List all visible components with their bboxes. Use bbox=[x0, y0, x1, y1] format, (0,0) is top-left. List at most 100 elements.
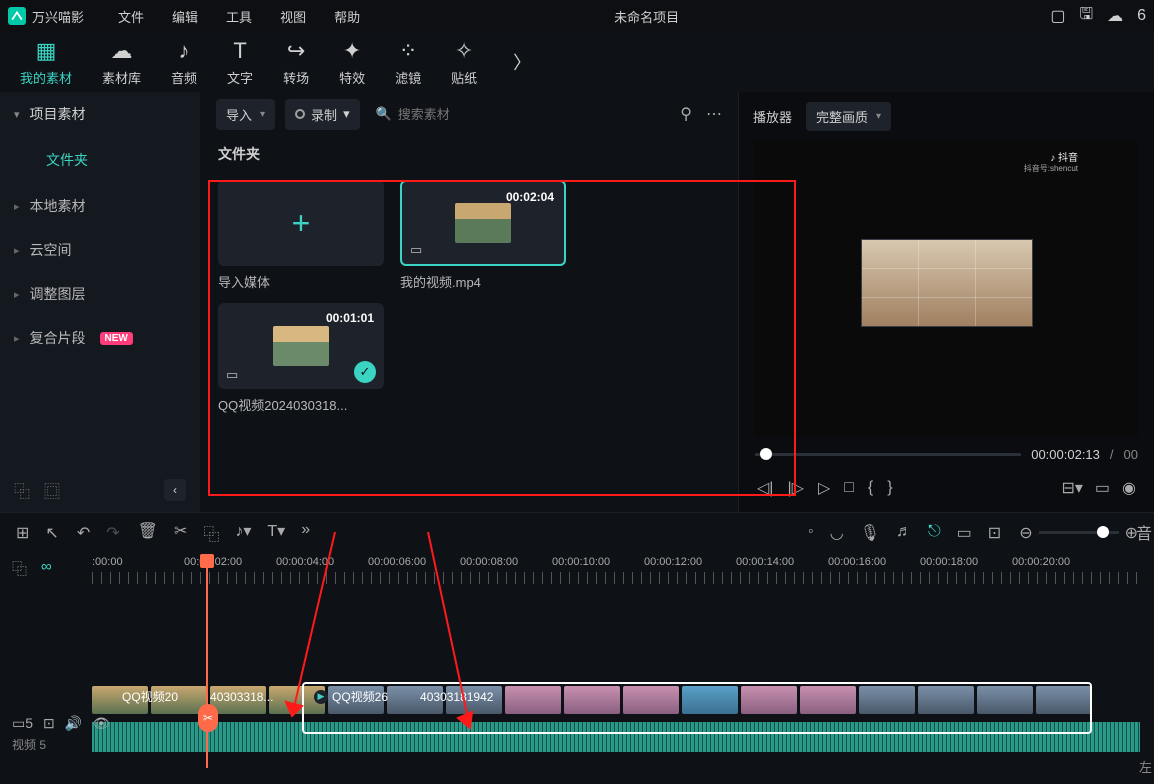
undo-icon[interactable]: ↶ bbox=[77, 523, 90, 543]
more-icon[interactable]: ⋯ bbox=[706, 104, 722, 124]
record-icon bbox=[295, 109, 305, 119]
render-icon[interactable]: ▭ bbox=[957, 523, 972, 543]
sidebar-item-compound[interactable]: ▸复合片段NEW bbox=[0, 316, 200, 360]
chevron-down-icon: ▾ bbox=[14, 108, 20, 121]
speed-icon[interactable]: ♪▾ bbox=[235, 521, 251, 545]
media-clip[interactable]: 00:01:01 ▭ ✓ bbox=[218, 303, 384, 389]
settings-icon[interactable]: ⊟▾ bbox=[1061, 478, 1082, 498]
sidebar-item-adjust[interactable]: ▸调整图层 bbox=[0, 272, 200, 316]
snapshot-icon[interactable]: ◉ bbox=[1122, 478, 1136, 498]
new-badge: NEW bbox=[100, 332, 133, 345]
zoom-knob[interactable] bbox=[1097, 526, 1109, 538]
collapse-sidebar-icon[interactable]: ‹ bbox=[164, 479, 186, 501]
sidebar: ▾项目素材 文件夹 ▸本地素材 ▸云空间 ▸调整图层 ▸复合片段NEW ⿻ ⿴ … bbox=[0, 92, 200, 512]
cut-handle[interactable]: ✂ bbox=[198, 704, 218, 732]
menu-view[interactable]: 视图 bbox=[280, 7, 306, 26]
import-dropdown[interactable]: 导入▾ bbox=[216, 99, 275, 130]
sidebar-item-cloud[interactable]: ▸云空间 bbox=[0, 228, 200, 272]
media-grid-row2: 00:01:01 ▭ ✓ QQ视频2024030318... bbox=[208, 303, 730, 426]
tab-filter[interactable]: ⁘滤镜 bbox=[395, 38, 421, 87]
save-icon[interactable]: 🖫 bbox=[1079, 3, 1093, 30]
preview-canvas[interactable]: ♪ 抖音 抖音号:shencut bbox=[755, 141, 1138, 437]
quality-select[interactable]: 完整画质▾ bbox=[806, 102, 891, 131]
crop-icon[interactable]: ⿻ bbox=[203, 521, 219, 545]
export-icon[interactable]: ⊡ bbox=[988, 523, 1001, 543]
tab-my-media[interactable]: ▦我的素材 bbox=[20, 38, 72, 87]
menu-file[interactable]: 文件 bbox=[118, 7, 144, 26]
time-ruler[interactable]: :00:00 00:00:02:00 00:00:04:00 00:00:06:… bbox=[92, 556, 1140, 592]
grid-icon[interactable]: ⊞ bbox=[16, 523, 29, 543]
filter-icon[interactable]: ⚲ bbox=[680, 104, 692, 124]
menu-tools[interactable]: 工具 bbox=[226, 7, 252, 26]
import-media-button[interactable]: + bbox=[218, 180, 384, 266]
tab-text[interactable]: T文字 bbox=[227, 38, 253, 87]
redo-icon[interactable]: ↷ bbox=[106, 523, 119, 543]
cloud-icon[interactable]: ☁ bbox=[1107, 6, 1123, 26]
track-eye-icon[interactable]: 👁 bbox=[92, 715, 110, 732]
tracks-area[interactable]: QQ视频2040303318... ▶QQ视频2640303181942 ✂ bbox=[92, 596, 1140, 782]
next-frame-icon[interactable]: |▷ bbox=[787, 478, 803, 498]
select-icon[interactable]: ↖ bbox=[45, 523, 58, 543]
media-panel: 导入▾ 录制▾ 🔍 ⚲ ⋯ 文件夹 + 导入媒体 00:02:04 ▭ bbox=[200, 92, 738, 512]
slider-knob[interactable] bbox=[760, 448, 772, 460]
track-lock-icon[interactable]: ⊡ bbox=[43, 715, 55, 732]
layout-icon[interactable]: ▢ bbox=[1050, 6, 1065, 26]
cut-icon[interactable]: ✂ bbox=[174, 521, 187, 545]
marker-icon[interactable]: ◡ bbox=[830, 523, 844, 543]
effects-icon: ✦ bbox=[343, 38, 361, 64]
prev-frame-icon[interactable]: ◁| bbox=[757, 478, 773, 498]
thumbnail-image bbox=[273, 326, 329, 366]
time-slider[interactable] bbox=[755, 453, 1021, 456]
sidebar-item-local[interactable]: ▸本地素材 bbox=[0, 184, 200, 228]
tab-label: 素材库 bbox=[102, 68, 141, 87]
menu-edit[interactable]: 编辑 bbox=[172, 7, 198, 26]
mark-in-icon[interactable]: { bbox=[868, 479, 873, 497]
time-slider-row: 00:00:02:13 / 00 bbox=[745, 441, 1148, 468]
chevron-down-icon: ▾ bbox=[260, 109, 265, 120]
sidebar-header[interactable]: ▾项目素材 bbox=[0, 92, 200, 136]
audio-icon[interactable]: ♬ bbox=[896, 523, 912, 543]
new-folder-icon[interactable]: ⿻ bbox=[14, 478, 30, 502]
stop-icon[interactable]: □ bbox=[844, 479, 854, 497]
transition-icon: ↪ bbox=[287, 38, 305, 64]
keyframe-icon[interactable]: ◦ bbox=[808, 523, 814, 543]
media-toolbar-right: ⚲ ⋯ bbox=[680, 104, 722, 124]
mic-icon[interactable]: 🎙 bbox=[860, 523, 880, 543]
delete-icon[interactable]: 🗑 bbox=[138, 521, 158, 545]
import-label: 导入媒体 bbox=[218, 266, 384, 291]
more-tools-icon[interactable]: » bbox=[301, 521, 310, 545]
player-tab[interactable]: 播放器 bbox=[753, 107, 792, 126]
link-icon[interactable]: ∞ bbox=[41, 558, 52, 579]
play-icon[interactable]: ▷ bbox=[818, 478, 830, 498]
more-icon[interactable]: 6 bbox=[1137, 7, 1146, 25]
playhead[interactable] bbox=[200, 554, 214, 568]
track-icon[interactable]: ▭5 bbox=[12, 715, 33, 732]
ruler-tick: 00:00:10:00 bbox=[552, 556, 610, 568]
menu-help[interactable]: 帮助 bbox=[334, 7, 360, 26]
search-input[interactable] bbox=[398, 107, 518, 122]
zoom-slider[interactable] bbox=[1039, 531, 1119, 534]
lock-icon[interactable]: ⿻ bbox=[12, 558, 27, 579]
title-bar: 万兴喵影 文件 编辑 工具 视图 帮助 未命名项目 ▢ 🖫 ☁ 6 bbox=[0, 0, 1154, 32]
record-dropdown[interactable]: 录制▾ bbox=[285, 99, 360, 130]
sidebar-folder[interactable]: 文件夹 bbox=[0, 136, 200, 184]
mark-out-icon[interactable]: } bbox=[887, 479, 892, 497]
tab-library[interactable]: ☁素材库 bbox=[102, 38, 141, 87]
clip-name: 我的视频.mp4 bbox=[400, 266, 566, 291]
tab-transition[interactable]: ↪转场 bbox=[283, 38, 309, 87]
tabs-more-icon[interactable]: 〉 bbox=[513, 49, 531, 75]
tab-effects[interactable]: ✦特效 bbox=[339, 38, 365, 87]
zoom-out-icon[interactable]: ⊖ bbox=[1019, 523, 1032, 543]
tab-label: 我的素材 bbox=[20, 68, 72, 87]
tab-sticker[interactable]: ✧贴纸 bbox=[451, 38, 477, 87]
track-controls: ▭5 ⊡ 🔊 👁 bbox=[0, 585, 92, 732]
track-mute-icon[interactable]: 🔊 bbox=[65, 715, 82, 732]
compare-icon[interactable]: ▭ bbox=[1095, 478, 1110, 498]
media-clip[interactable]: 00:02:04 ▭ bbox=[400, 180, 566, 266]
new-bin-icon[interactable]: ⿴ bbox=[44, 478, 60, 502]
split-icon[interactable]: ⎋ bbox=[928, 523, 941, 543]
tab-audio[interactable]: ♪音频 bbox=[171, 38, 197, 87]
text-icon[interactable]: T▾ bbox=[267, 521, 285, 545]
ruler-tick: 00:00:12:00 bbox=[644, 556, 702, 568]
check-icon: ✓ bbox=[354, 361, 376, 383]
